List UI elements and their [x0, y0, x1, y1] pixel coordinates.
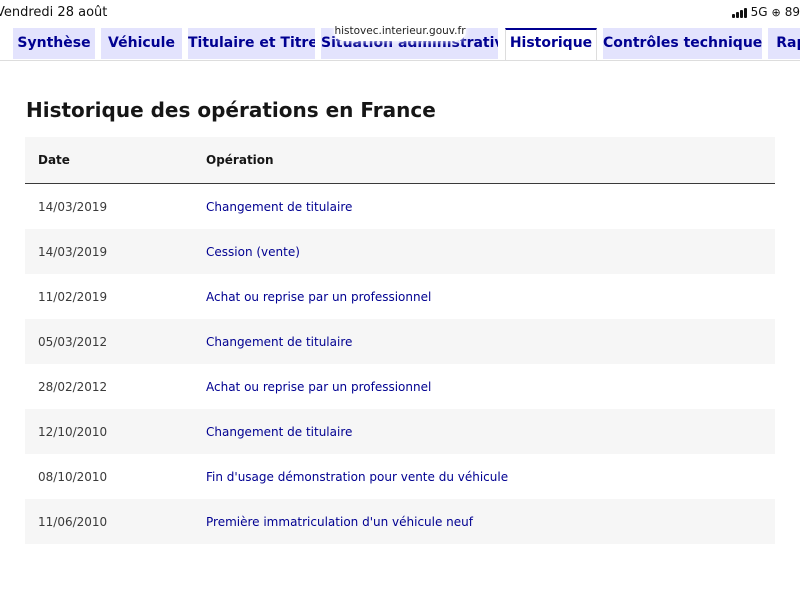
row-operation: Changement de titulaire: [206, 199, 353, 214]
tab-historique[interactable]: Historique: [505, 28, 597, 60]
table-row: 08/10/2010 Fin d'usage démonstration pou…: [25, 454, 775, 499]
history-table: Date Opération 14/03/2019 Changement de …: [25, 137, 775, 544]
row-operation: Changement de titulaire: [206, 409, 775, 454]
row-operation: Première immatriculation d'un véhicule n…: [206, 499, 775, 544]
table-row: 11/02/2019 Achat ou reprise par un profe…: [25, 274, 775, 319]
row-date: 05/03/2012: [25, 319, 206, 364]
row-operation: Achat ou reprise par un professionnel: [206, 289, 432, 304]
tab-controles-techniques[interactable]: Contrôles techniques: [603, 28, 762, 59]
table-row: 11/06/2010 Première immatriculation d'un…: [25, 499, 775, 544]
status-time: Vendredi 28 août: [0, 5, 108, 20]
row-date: 11/06/2010: [25, 499, 206, 544]
table-row: 14/03/2019 Cession (vente): [25, 229, 775, 274]
cellular-signal-icon: [731, 7, 747, 18]
orientation-lock-icon: ⊕: [771, 5, 781, 19]
tab-rapport[interactable]: Rapport: [768, 28, 800, 59]
table-row: 28/02/2012 Achat ou reprise par un profe…: [25, 364, 775, 409]
row-date: 14/03/2019: [38, 199, 108, 214]
row-date: 28/02/2012: [38, 379, 108, 394]
tab-titulaire-et-titre[interactable]: Titulaire et Titre: [188, 28, 315, 59]
page-title: Historique des opérations en France: [26, 98, 436, 122]
table-row: 14/03/2019 Changement de titulaire: [25, 184, 775, 230]
row-date: 08/10/2010: [38, 469, 108, 484]
table-row: 12/10/2010 Changement de titulaire: [25, 409, 775, 454]
row-date: 11/02/2019: [38, 289, 108, 304]
row-operation: Changement de titulaire: [206, 319, 775, 364]
tab-vehicule[interactable]: Véhicule: [101, 28, 182, 59]
network-type: 5G: [750, 5, 768, 19]
status-indicators: 5G ⊕ 89: [731, 5, 800, 19]
row-operation: Fin d'usage démonstration pour vente du …: [206, 469, 509, 484]
address-bar[interactable]: histovec.interieur.gouv.fr: [334, 21, 466, 41]
column-header-date: Date: [25, 137, 206, 184]
row-operation: Cession (vente): [206, 229, 775, 274]
table-header-row: Date Opération: [25, 137, 775, 184]
table-row: 05/03/2012 Changement de titulaire: [25, 319, 775, 364]
tab-synthese[interactable]: Synthèse: [13, 28, 95, 59]
row-date: 14/03/2019: [25, 229, 206, 274]
row-operation: Achat ou reprise par un professionnel: [206, 379, 432, 394]
battery-percent: 89: [784, 5, 800, 19]
column-header-operation: Opération: [206, 137, 775, 184]
row-date: 12/10/2010: [25, 409, 206, 454]
